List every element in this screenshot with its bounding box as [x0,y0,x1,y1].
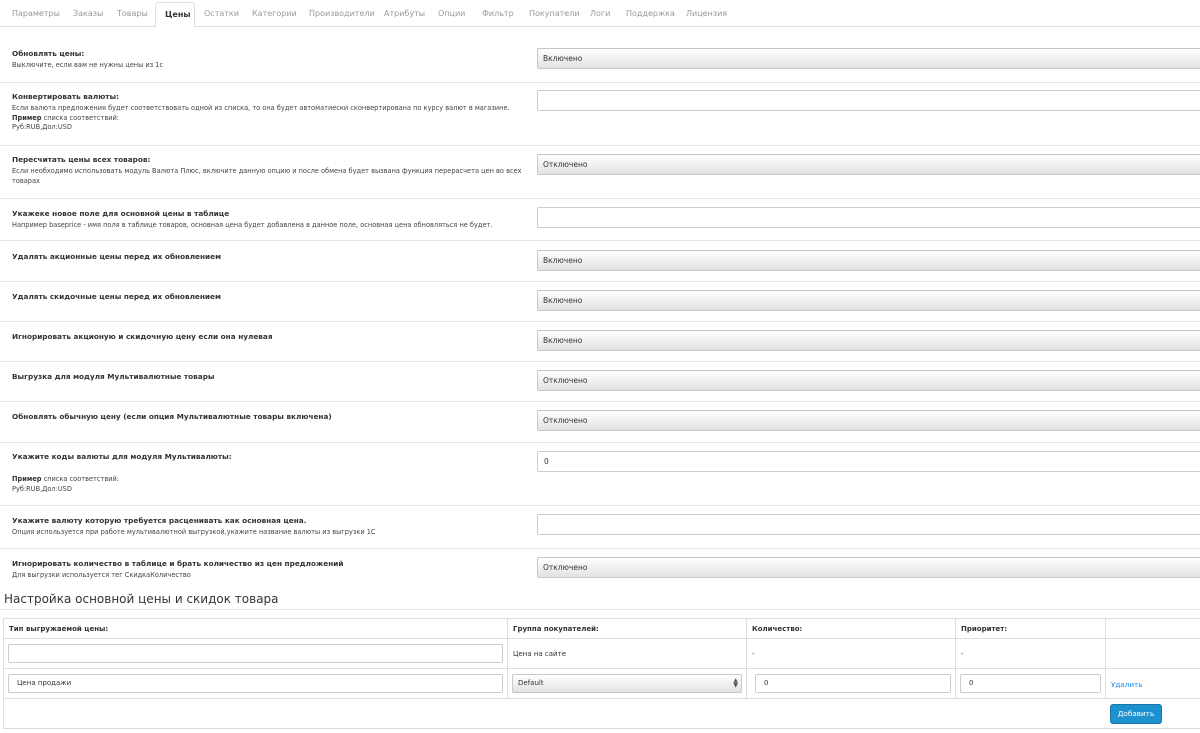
setting-label-ignore-zero-price: Игнорировать акционую и скидочную цену е… [12,332,273,341]
price-section-title: Настройка основной цены и скидок товара [4,592,279,606]
divider [0,321,1200,322]
setting-help-base-currency: Опция используется при работе мультивалю… [12,528,376,536]
divider [0,82,1200,83]
base-currency-input[interactable] [537,514,1200,535]
setting-help-ignore-quantity: Для выгрузки используется тег СкидкаКоли… [12,571,191,579]
select-arrows-icon: ▲ ▼ [733,677,738,689]
column-header-price-type: Тип выгружаемой цены: [9,625,109,633]
tab-bar: Параметры Заказы Товары Цены Остатки Кат… [0,0,1200,28]
update-regular-price-select[interactable]: Отключено [537,410,1200,431]
example-label: Пример [12,475,42,483]
table-border [507,618,508,698]
table-border [955,618,956,698]
tab-orders[interactable]: Заказы [73,0,103,27]
column-header-priority: Приоритет: [961,625,1008,633]
convert-currency-input[interactable] [537,90,1200,111]
divider [0,240,1200,241]
ignore-zero-price-select[interactable]: Включено [537,330,1200,351]
tab-customers[interactable]: Покупатели [529,0,580,27]
setting-help-recalculate-prices: Если необходимо использовать модуль Валю… [12,167,522,185]
delete-link[interactable]: Удалить [1111,680,1142,689]
divider [0,548,1200,549]
divider [0,401,1200,402]
divider [0,609,1200,610]
help-text: Если валюта предложения будет соответств… [12,104,510,112]
setting-label-update-prices: Обновлять цены: [12,49,85,58]
add-button[interactable]: Добавить [1110,704,1162,724]
example-text: списка соответствий: [43,113,119,122]
tab-parameters[interactable]: Параметры [12,0,60,27]
ignore-quantity-select[interactable]: Отключено [537,557,1200,578]
example-label: Пример [12,113,42,122]
base-price-field-input[interactable] [537,207,1200,228]
tab-stock[interactable]: Остатки [204,0,239,27]
table-border [3,618,4,728]
setting-help-convert-currency: Если валюта предложения будет соответств… [12,104,532,133]
setting-help-update-prices: Выключите, если вам не нужны цены из 1с [12,61,164,69]
example-text: списка соответствий: [43,475,119,483]
customer-group-text: Цена на сайте [513,650,566,658]
divider [0,198,1200,199]
table-border [3,638,1200,639]
quantity-text: - [752,650,755,658]
tab-support[interactable]: Поддержка [626,0,675,27]
priority-input[interactable]: 0 [960,674,1101,693]
customer-group-select[interactable]: Default ▲ ▼ [512,674,742,693]
multicurrency-export-select[interactable]: Отключено [537,370,1200,391]
example-value: Руб:RUB,Дол:USD [12,484,72,493]
column-header-quantity: Количество: [752,625,803,633]
table-border [3,618,1200,619]
table-border [746,618,747,698]
priority-text: - [961,650,964,658]
update-prices-select[interactable]: Включено [537,48,1200,69]
setting-label-multicurrency-export: Выгрузка для модуля Мультивалютные товар… [12,372,215,381]
setting-label-ignore-quantity: Игнорировать количество в таблице и брат… [12,559,344,568]
table-border [3,728,1200,729]
tab-products[interactable]: Товары [117,0,148,27]
quantity-input[interactable]: 0 [755,674,951,693]
recalculate-prices-select[interactable]: Отключено [537,154,1200,175]
currency-codes-input[interactable]: 0 [537,451,1200,472]
price-type-input[interactable] [8,644,503,663]
customer-group-select-value: Default [518,679,544,687]
tab-prices[interactable]: Цены [155,2,195,28]
divider [0,145,1200,146]
example-line: Пример списка соответствий: [12,475,119,485]
divider [0,281,1200,282]
tab-logs[interactable]: Логи [590,0,610,27]
setting-label-update-regular-price: Обновлять обычную цену (если опция Мульт… [12,412,332,421]
delete-discount-prices-select[interactable]: Включено [537,290,1200,311]
setting-help-base-price-field: Например baseprice - имя поля в таблице … [12,221,493,229]
tab-manufacturers[interactable]: Производители [309,0,375,27]
tab-attributes[interactable]: Атрибуты [384,0,425,27]
table-border [3,698,1200,699]
setting-label-base-currency: Укажите валюту которую требуется расцени… [12,516,307,525]
setting-label-base-price-field: Укажеке новое поле для основной цены в т… [12,209,230,218]
delete-special-prices-select[interactable]: Включено [537,250,1200,271]
divider [0,505,1200,506]
example-line: Пример списка соответствий: [12,114,532,124]
price-type-input[interactable]: Цена продажи [8,674,503,693]
divider [0,442,1200,443]
setting-label-recalculate-prices: Пересчитать цены всех товаров: [12,155,151,164]
setting-label-convert-currency: Конвертировать валюты: [12,92,120,101]
setting-label-delete-special-prices: Удалять акционные цены перед их обновлен… [12,252,222,261]
tab-categories[interactable]: Категории [252,0,297,27]
divider [0,361,1200,362]
column-header-customer-group: Группа покупателей: [513,625,599,633]
tab-license[interactable]: Лицензия [686,0,727,27]
table-border [3,668,1200,669]
table-border [1105,618,1106,698]
tab-filter[interactable]: Фильтр [482,0,514,27]
example-value: Руб:RUB,Дол:USD [12,123,72,131]
setting-label-currency-codes: Укажите коды валюты для модуля Мультивал… [12,452,232,461]
setting-help-currency-codes: Пример списка соответствий: Руб:RUB,Дол:… [12,475,119,494]
tab-options[interactable]: Опции [438,0,465,27]
setting-label-delete-discount-prices: Удалять скидочные цены перед их обновлен… [12,292,221,301]
